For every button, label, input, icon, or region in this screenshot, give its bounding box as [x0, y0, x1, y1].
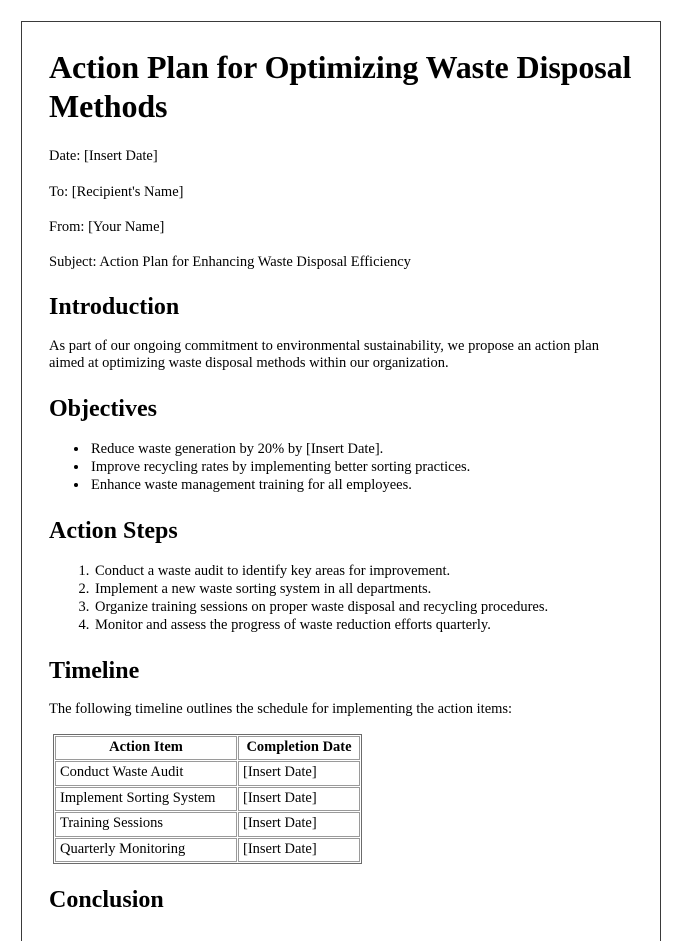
column-header-completion-date: Completion Date [238, 736, 360, 761]
table-row: Training Sessions [Insert Date] [55, 812, 360, 837]
heading-action-steps: Action Steps [49, 517, 178, 544]
action-steps-list: Conduct a waste audit to identify key ar… [49, 562, 632, 635]
heading-timeline: Timeline [49, 657, 140, 684]
introduction-paragraph: As part of our ongoing commitment to env… [49, 337, 599, 372]
cell-completion-date: [Insert Date] [238, 761, 360, 786]
objectives-list: Reduce waste generation by 20% by [Inser… [49, 440, 632, 495]
cell-action-item: Conduct Waste Audit [55, 761, 237, 786]
document-body: Action Plan for Optimizing Waste Disposa… [22, 22, 660, 915]
heading-introduction: Introduction [49, 293, 180, 320]
table-row: Quarterly Monitoring [Insert Date] [55, 837, 360, 862]
meta-subject: Subject: Action Plan for Enhancing Waste… [49, 253, 411, 270]
list-item: Organize training sessions on proper was… [93, 598, 632, 616]
table-row: Conduct Waste Audit [Insert Date] [55, 761, 360, 786]
column-header-action-item: Action Item [55, 736, 237, 761]
meta-sender: From: [Your Name] [49, 218, 165, 235]
heading-conclusion: Conclusion [49, 887, 164, 913]
timeline-intro: The following timeline outlines the sche… [49, 701, 513, 718]
table-body: Conduct Waste Audit [Insert Date] Implem… [55, 761, 360, 862]
cell-completion-date: [Insert Date] [238, 837, 360, 862]
document-page: Action Plan for Optimizing Waste Disposa… [21, 21, 661, 941]
table-row: Implement Sorting System [Insert Date] [55, 786, 360, 812]
list-item: Improve recycling rates by implementing … [89, 458, 632, 476]
list-item: Implement a new waste sorting system in … [93, 580, 632, 598]
table-header-row: Action Item Completion Date [55, 736, 360, 761]
cell-completion-date: [Insert Date] [238, 812, 360, 837]
meta-recipient: To: [Recipient's Name] [49, 183, 184, 200]
table-head: Action Item Completion Date [55, 736, 360, 761]
list-item: Monitor and assess the progress of waste… [93, 616, 632, 634]
page-title: Action Plan for Optimizing Waste Disposa… [49, 49, 632, 124]
list-item: Conduct a waste audit to identify key ar… [93, 562, 632, 580]
cell-action-item: Training Sessions [55, 812, 237, 837]
cell-action-item: Quarterly Monitoring [55, 837, 237, 862]
meta-date: Date: [Insert Date] [49, 148, 158, 165]
timeline-table: Action Item Completion Date Conduct Wast… [53, 734, 362, 864]
list-item: Enhance waste management training for al… [89, 476, 632, 494]
heading-objectives: Objectives [49, 396, 157, 423]
cell-completion-date: [Insert Date] [238, 786, 360, 812]
cell-action-item: Implement Sorting System [55, 786, 237, 812]
list-item: Reduce waste generation by 20% by [Inser… [89, 440, 632, 458]
